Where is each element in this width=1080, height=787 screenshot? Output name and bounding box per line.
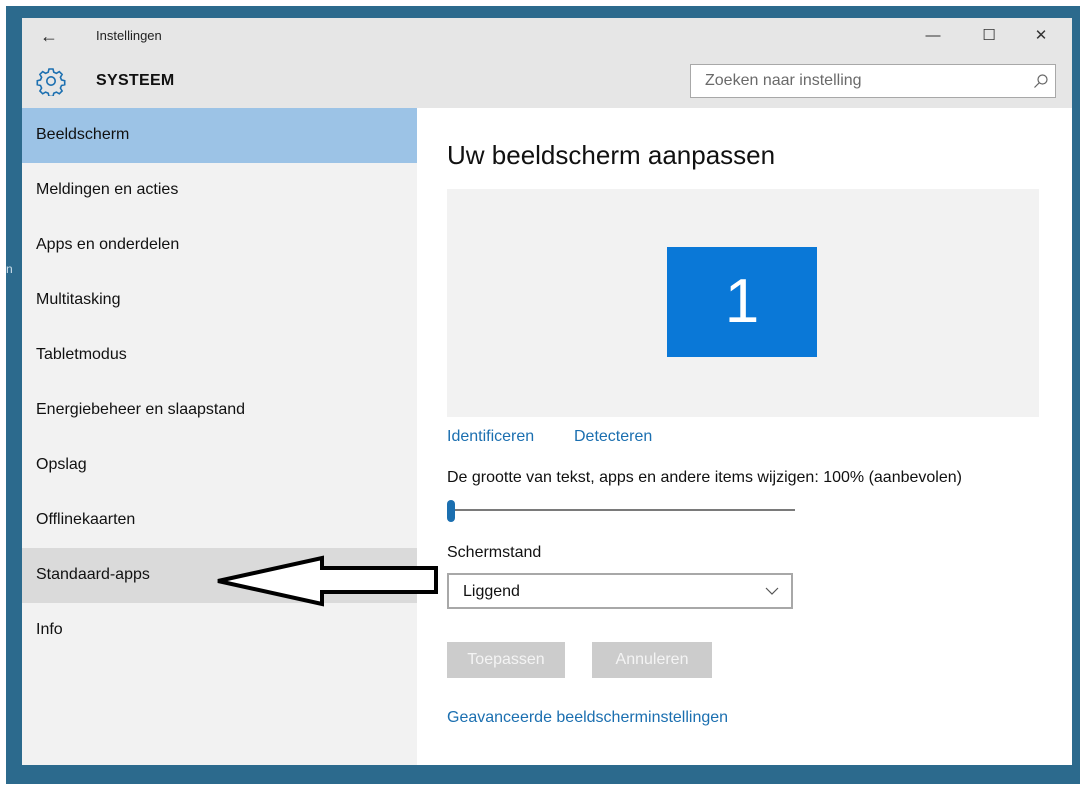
sidebar: Beeldscherm Meldingen en acties Apps en … [22, 108, 417, 765]
minimize-icon[interactable]: — [910, 22, 956, 50]
window-title: Instellingen [96, 28, 162, 43]
sidebar-item-opslag[interactable]: Opslag [22, 438, 417, 493]
detect-link[interactable]: Detecteren [574, 428, 652, 446]
sidebar-item-offlinekaarten[interactable]: Offlinekaarten [22, 493, 417, 548]
apply-button[interactable]: Toepassen [447, 642, 565, 678]
sidebar-item-label: Apps en onderdelen [36, 236, 180, 253]
sidebar-item-label: Multitasking [36, 291, 121, 308]
scale-slider[interactable] [447, 500, 795, 522]
title-bar: ← Instellingen — ☐ ✕ [22, 18, 1072, 54]
identify-link[interactable]: Identificeren [447, 428, 534, 446]
slider-track [447, 509, 795, 511]
close-icon[interactable]: ✕ [1018, 22, 1064, 50]
sidebar-item-beeldscherm[interactable]: Beeldscherm [22, 108, 417, 163]
gear-icon [36, 68, 66, 96]
page-title: Uw beeldscherm aanpassen [447, 140, 776, 170]
settings-window: ← Instellingen — ☐ ✕ SYSTEEM Beeldscherm… [22, 18, 1072, 765]
sidebar-item-apps[interactable]: Apps en onderdelen [22, 218, 417, 273]
background-fragment: n [6, 262, 13, 276]
back-arrow-icon[interactable]: ← [34, 22, 64, 50]
section-title: SYSTEEM [96, 72, 175, 89]
settings-header: SYSTEEM [22, 54, 1072, 108]
sidebar-item-energiebeheer[interactable]: Energiebeheer en slaapstand [22, 383, 417, 438]
orientation-value: Liggend [463, 583, 520, 600]
sidebar-item-label: Meldingen en acties [36, 181, 179, 198]
display-arrangement: 1 [447, 189, 1039, 417]
main-content: Uw beeldscherm aanpassen 1 Identificeren… [417, 108, 1072, 765]
scale-label: De grootte van tekst, apps en andere ite… [447, 469, 962, 486]
orientation-dropdown[interactable]: Liggend [447, 573, 793, 609]
sidebar-item-label: Tabletmodus [36, 346, 127, 363]
sidebar-item-label: Opslag [36, 456, 87, 473]
chevron-down-icon [765, 587, 779, 595]
annotation-arrow-icon [217, 555, 438, 607]
sidebar-item-label: Energiebeheer en slaapstand [36, 401, 246, 418]
sidebar-item-multitasking[interactable]: Multitasking [22, 273, 417, 328]
sidebar-item-label: Offlinekaarten [36, 511, 136, 528]
sidebar-item-label: Info [36, 621, 63, 638]
sidebar-item-label: Beeldscherm [36, 126, 130, 143]
advanced-display-settings-link[interactable]: Geavanceerde beeldscherminstellingen [447, 709, 728, 727]
slider-thumb[interactable] [447, 500, 455, 522]
monitor-tile[interactable]: 1 [667, 247, 817, 357]
maximize-icon[interactable]: ☐ [966, 22, 1012, 50]
sidebar-item-label: Standaard-apps [36, 566, 150, 583]
search-box[interactable] [690, 64, 1056, 98]
sidebar-item-meldingen[interactable]: Meldingen en acties [22, 163, 417, 218]
search-icon[interactable] [1033, 73, 1049, 89]
sidebar-item-tabletmodus[interactable]: Tabletmodus [22, 328, 417, 383]
cancel-button[interactable]: Annuleren [592, 642, 712, 678]
search-input[interactable] [691, 65, 1025, 97]
